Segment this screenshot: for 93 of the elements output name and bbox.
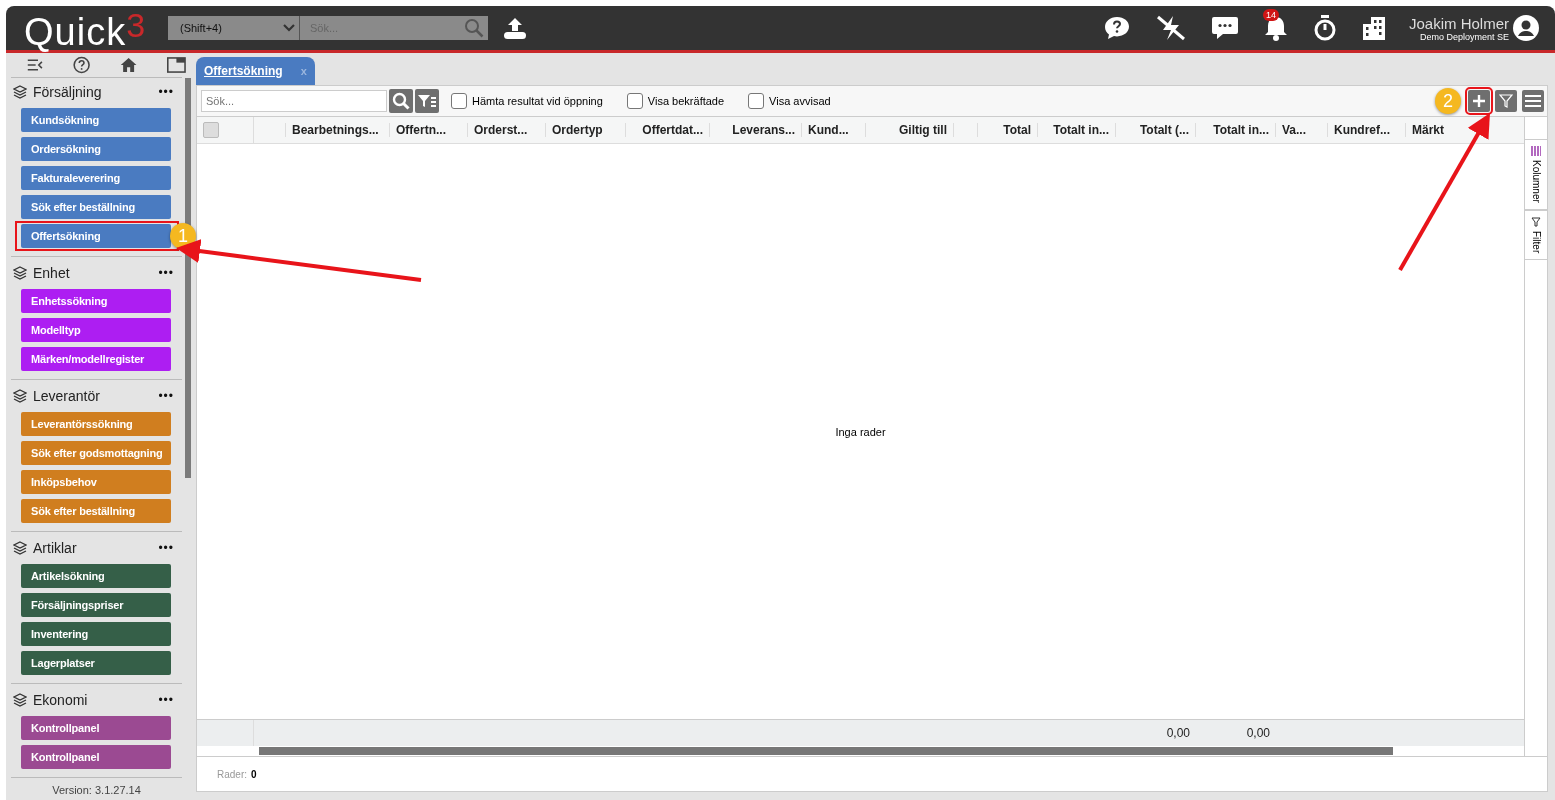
column-total: 0,00 <box>1166 726 1190 740</box>
scope-dropdown[interactable]: (Shift+4) <box>168 16 300 40</box>
search-icon <box>392 92 410 110</box>
row-count: 0 <box>251 768 257 780</box>
collapse-menu-icon[interactable] <box>27 57 43 73</box>
column-header[interactable]: Offertn... <box>396 123 446 137</box>
select-all-checkbox[interactable] <box>203 122 219 138</box>
window-icon[interactable] <box>167 55 186 75</box>
avatar-icon[interactable] <box>1513 15 1539 41</box>
column-header[interactable]: Va... <box>1282 123 1307 137</box>
layers-icon <box>13 85 27 99</box>
stopwatch-icon[interactable] <box>1312 14 1337 42</box>
menu-item[interactable]: Modelltyp <box>21 318 171 342</box>
menu-icon <box>1525 95 1541 107</box>
menu-item[interactable]: Kontrollpanel <box>21 745 171 769</box>
menu-item[interactable]: Kontrollpanel <box>21 716 171 740</box>
plus-icon <box>1473 95 1485 107</box>
column-header[interactable]: Märkt <box>1412 123 1444 137</box>
checkbox-label: Visa avvisad <box>769 95 831 107</box>
row-count-label: Rader: <box>217 768 247 780</box>
menu-item[interactable]: Märken/modellregister <box>21 347 171 371</box>
upload-icon[interactable] <box>502 16 528 40</box>
checkbox[interactable] <box>748 93 765 109</box>
column-header[interactable]: Kund... <box>808 123 849 137</box>
menu-item[interactable]: Inventering <box>21 622 171 646</box>
group-title: Leverantör <box>33 388 101 404</box>
menu-item[interactable]: Kundsökning <box>21 108 171 132</box>
columns-icon <box>1531 146 1541 156</box>
building-icon[interactable] <box>1360 15 1387 41</box>
group-title: Ekonomi <box>33 692 89 708</box>
chat-icon[interactable] <box>1210 15 1239 41</box>
more-button[interactable]: ••• <box>158 266 182 280</box>
menu-item[interactable]: Lagerplatser <box>21 651 171 675</box>
menu-item[interactable]: Artikelsökning <box>21 564 171 588</box>
menu-item[interactable]: Sök efter beställning <box>21 195 171 219</box>
help-chat-icon[interactable] <box>1102 15 1131 41</box>
column-header[interactable]: Ordertyp <box>552 123 603 137</box>
checkbox-label: Visa bekräftade <box>647 95 725 107</box>
column-header[interactable]: Totalt (... <box>1139 123 1189 137</box>
crossed-lightning-icon[interactable] <box>1154 14 1187 42</box>
menu-item[interactable]: Ordersökning <box>21 137 171 161</box>
layers-icon <box>13 693 27 707</box>
menu-item[interactable]: Fakturaleverering <box>21 166 171 190</box>
column-header[interactable]: Totalt in... <box>1053 123 1109 137</box>
menu-item[interactable]: Enhetssökning <box>21 289 171 313</box>
menu-item[interactable]: Försäljningspriser <box>21 593 171 617</box>
checkbox[interactable] <box>451 93 467 109</box>
scrollbar-thumb[interactable] <box>259 747 1393 755</box>
filter-list-icon <box>417 93 437 109</box>
column-header[interactable]: Totalt in... <box>1213 123 1269 137</box>
search-field[interactable]: Sök... <box>201 90 387 112</box>
side-tab[interactable]: Filter <box>1525 209 1547 261</box>
home-icon[interactable] <box>119 55 138 75</box>
user-name: Joakim Holmer <box>1408 14 1509 32</box>
funnel-icon <box>1499 94 1513 108</box>
more-button[interactable]: ••• <box>158 85 182 99</box>
menu-item[interactable]: Offertsökning <box>21 224 171 248</box>
logo: Quick$^{3}$ <box>24 4 148 54</box>
deployment-name: Demo Deployment SE <box>1419 31 1509 42</box>
column-header[interactable]: Giltig till <box>899 123 947 137</box>
version-text: Version: 3.1.27.14 <box>51 783 142 798</box>
column-header[interactable]: Kundref... <box>1334 123 1390 137</box>
search-icon <box>464 18 484 38</box>
column-header[interactable]: Offertdat... <box>642 123 703 137</box>
checkbox[interactable] <box>626 93 643 109</box>
more-button[interactable]: ••• <box>158 693 182 707</box>
column-header[interactable]: Leverans... <box>732 123 795 137</box>
chevron-down-icon <box>283 24 295 32</box>
more-button[interactable]: ••• <box>158 541 182 555</box>
group-title: Artiklar <box>33 540 78 556</box>
group-title: Enhet <box>33 265 71 281</box>
notification-badge: 14 <box>1262 9 1279 21</box>
column-header[interactable]: Bearbetnings... <box>292 123 379 137</box>
callout-number: 2 <box>1435 88 1461 114</box>
column-header[interactable]: Total <box>1003 123 1031 137</box>
side-tab[interactable]: Kolumner <box>1525 139 1547 210</box>
more-button[interactable]: ••• <box>158 389 182 403</box>
column-total: 0,00 <box>1246 726 1270 740</box>
column-header[interactable]: Orderst... <box>474 123 528 137</box>
help-icon[interactable] <box>72 54 90 76</box>
layers-icon <box>13 541 27 555</box>
filter-list-button[interactable] <box>415 89 439 113</box>
checkbox-label: Hämta resultat vid öppning <box>472 95 603 107</box>
group-title: Försäljning <box>33 84 103 100</box>
tab[interactable]: Offertsökning x <box>196 57 315 85</box>
empty-message: Inga rader <box>835 425 886 438</box>
filter-button[interactable] <box>1495 90 1517 112</box>
layers-icon <box>13 266 27 280</box>
menu-button[interactable] <box>1522 90 1544 112</box>
search-button[interactable] <box>389 89 413 113</box>
add-button[interactable] <box>1468 90 1490 112</box>
funnel-icon <box>1531 216 1541 227</box>
layers-icon <box>13 389 27 403</box>
